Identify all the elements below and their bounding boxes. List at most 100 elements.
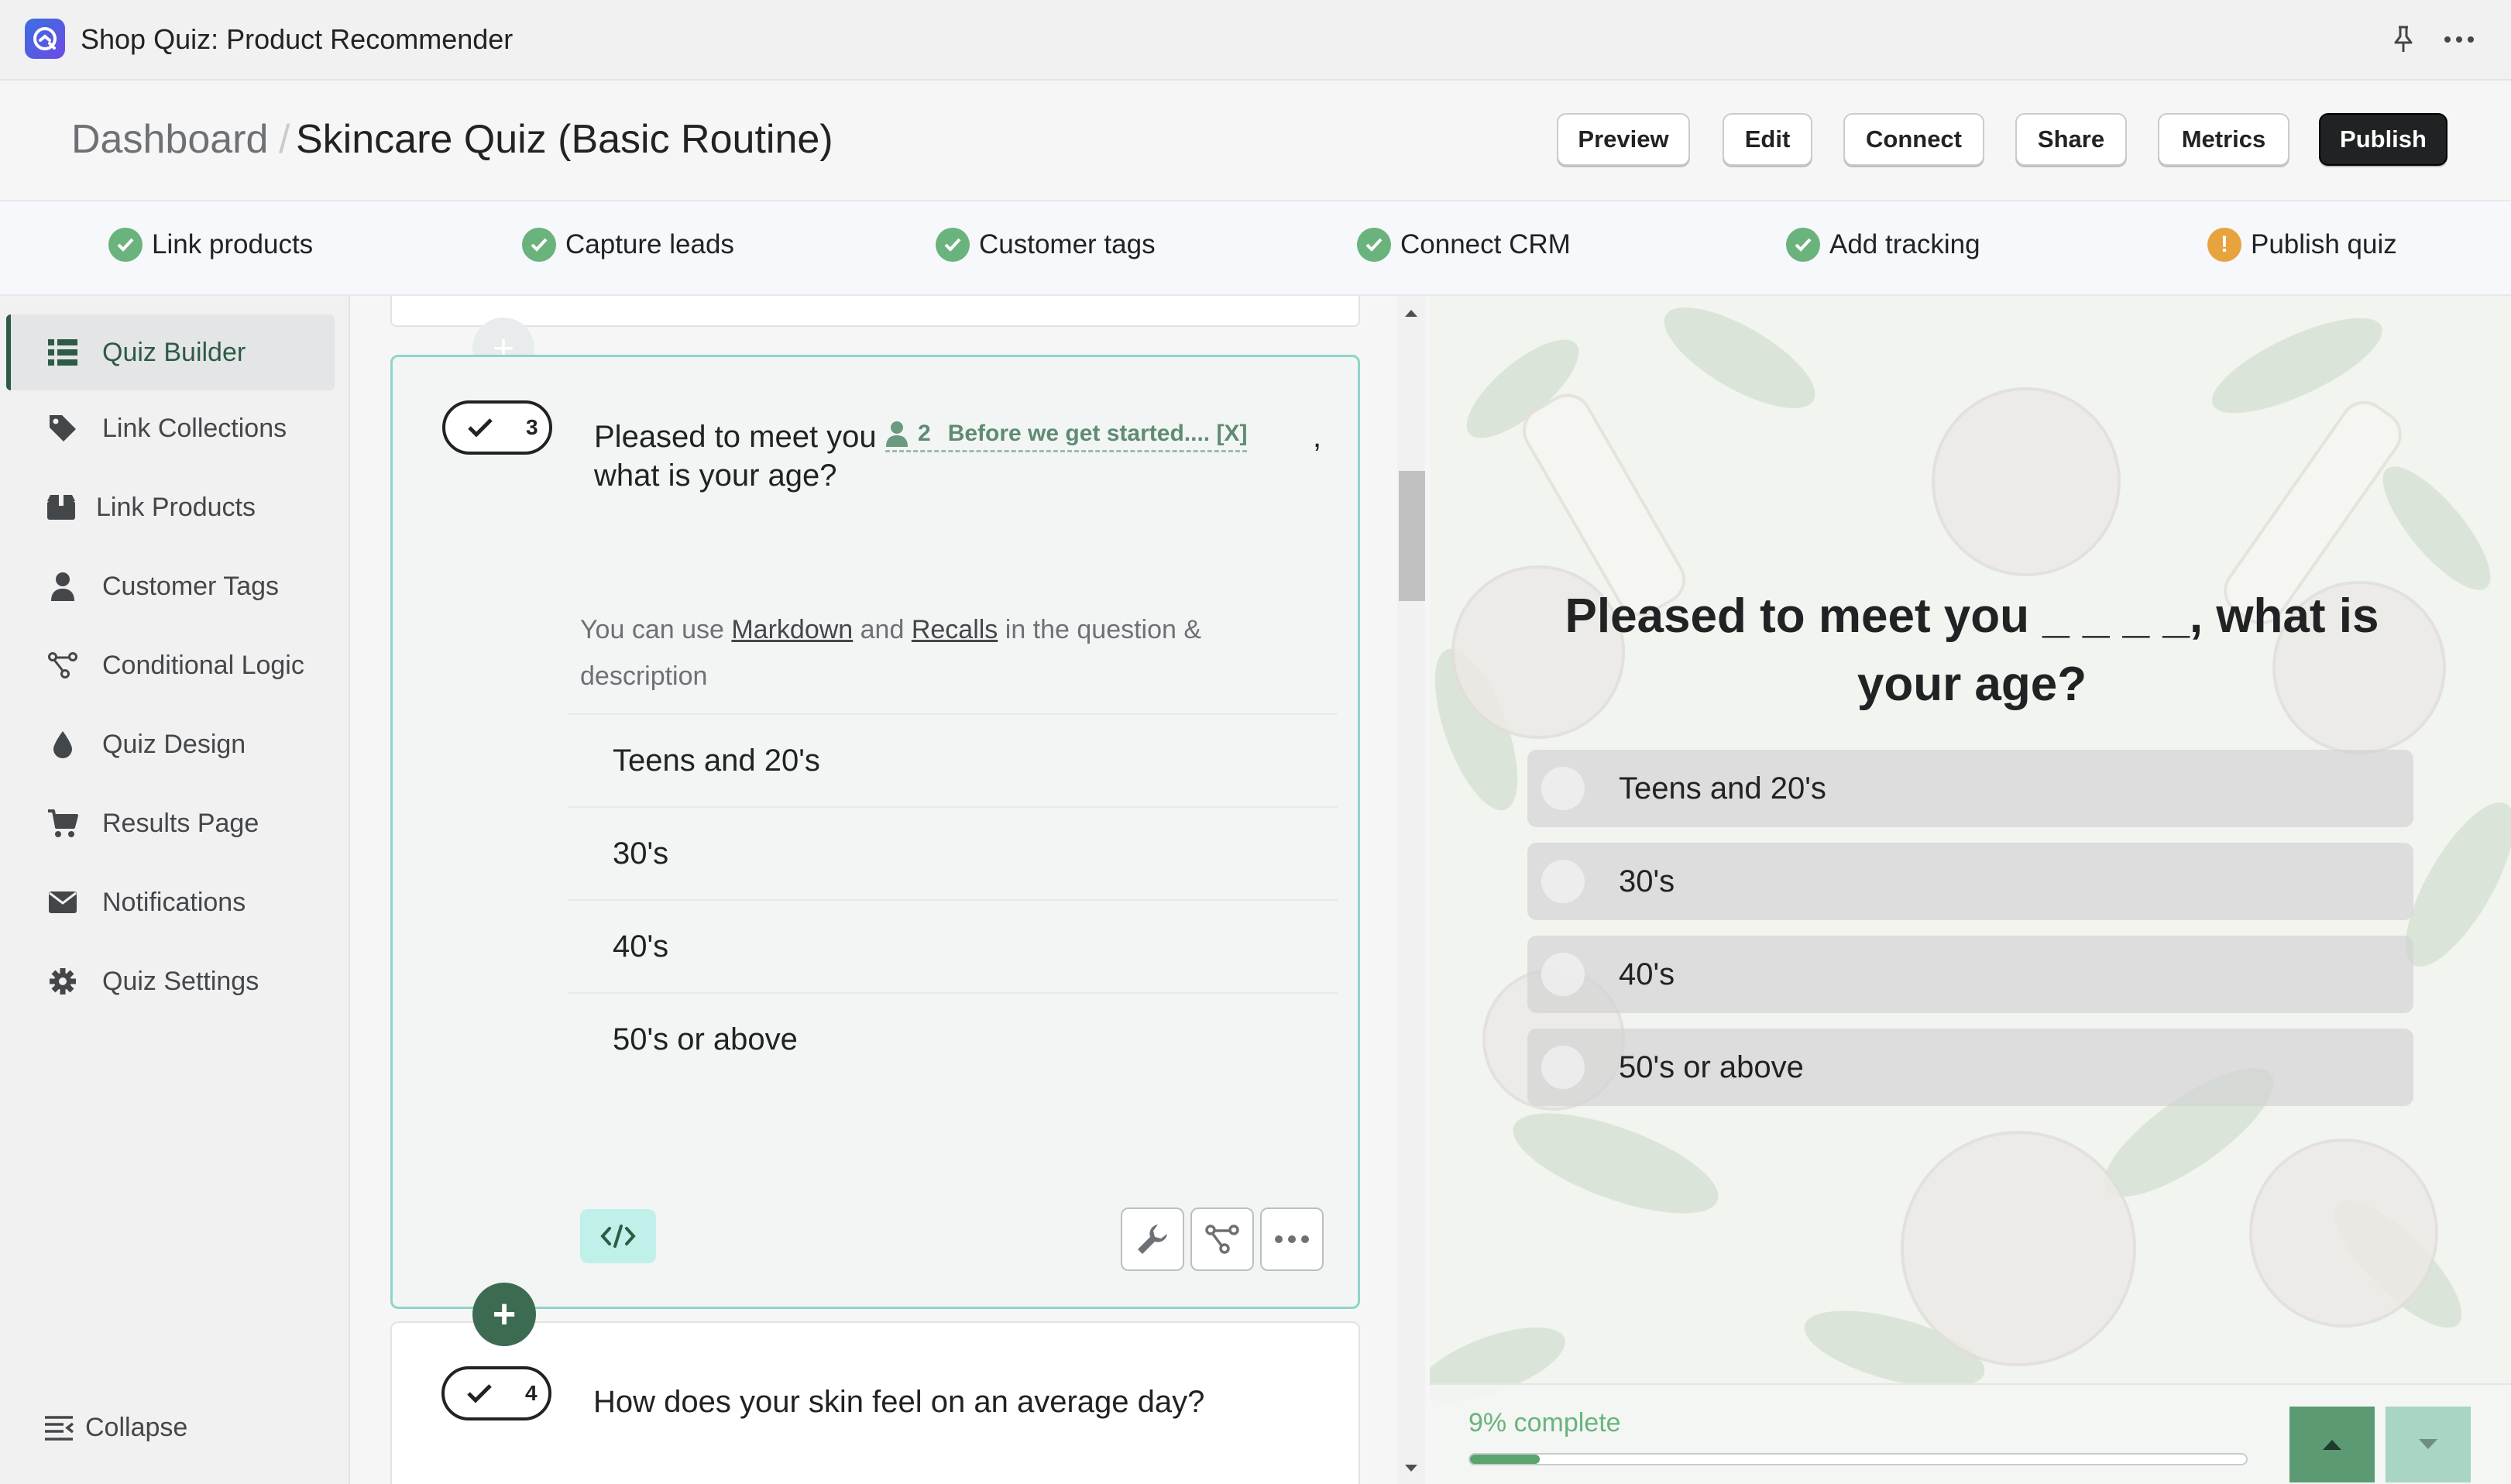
more-options-icon[interactable] (2440, 20, 2478, 59)
more-actions-button[interactable] (1260, 1207, 1324, 1271)
add-question-button[interactable]: + (472, 1283, 536, 1346)
step-add-tracking[interactable]: Add tracking (1786, 228, 1980, 262)
sidebar-item-label: Results Page (102, 808, 259, 838)
metrics-button[interactable]: Metrics (2158, 113, 2289, 166)
editor-scrollbar[interactable] (1397, 296, 1425, 1484)
step-customer-tags[interactable]: Customer tags (936, 228, 1156, 262)
code-button[interactable] (580, 1209, 656, 1263)
collapse-icon (43, 1415, 74, 1441)
preview-option-label: 50's or above (1619, 1049, 1804, 1084)
caret-down-icon (2419, 1439, 2437, 1449)
step-publish-quiz[interactable]: ! Publish quiz (2207, 228, 2397, 262)
sidebar-item-label: Quiz Design (102, 729, 246, 759)
previous-question-card (390, 296, 1360, 327)
settings-wrench-button[interactable] (1121, 1207, 1184, 1271)
preview-button[interactable]: Preview (1557, 113, 1690, 166)
question-text-start[interactable]: Pleased to meet you (594, 417, 877, 456)
check-circle-icon (1357, 228, 1391, 262)
question-text-end[interactable]: what is your age? (594, 456, 837, 495)
answer-option[interactable]: Teens and 20's (568, 713, 1338, 806)
check-circle-icon (1786, 228, 1820, 262)
quiz-preview: Pleased to meet you _ _ _ _, what is you… (1430, 296, 2511, 1484)
recall-chip[interactable]: 2 Before we get started.... [X] (885, 421, 1248, 452)
sidebar-item-label: Notifications (102, 887, 246, 917)
step-label: Connect CRM (1400, 229, 1571, 259)
box-icon (43, 490, 79, 525)
hint-text: You can use (580, 615, 732, 644)
preview-option-label: 30's (1619, 864, 1675, 898)
question-number-badge[interactable]: 3 (442, 400, 552, 455)
branch-icon (1205, 1225, 1239, 1254)
app-logo-icon (25, 19, 65, 59)
sidebar-item-label: Conditional Logic (102, 650, 304, 680)
connect-button[interactable]: Connect (1843, 113, 1984, 166)
sidebar-item-label: Link Collections (102, 413, 287, 443)
sidebar-item-customer-tags[interactable]: Customer Tags (6, 548, 335, 624)
previous-question-button[interactable] (2289, 1407, 2375, 1482)
check-circle-icon (108, 228, 143, 262)
answer-option[interactable]: 30's (568, 806, 1338, 899)
radio-circle-icon (1541, 1046, 1585, 1089)
sidebar-item-quiz-builder[interactable]: Quiz Builder (6, 314, 335, 390)
share-button[interactable]: Share (2015, 113, 2127, 166)
markdown-link[interactable]: Markdown (731, 615, 853, 644)
sidebar-item-quiz-design[interactable]: Quiz Design (6, 706, 335, 782)
check-icon (467, 1384, 492, 1403)
warning-circle-icon: ! (2207, 228, 2241, 262)
recall-index: 2 (918, 421, 931, 446)
check-icon (468, 418, 493, 438)
progress-text: 9% complete (1468, 1408, 1621, 1438)
answer-option[interactable]: 50's or above (568, 992, 1338, 1085)
step-label: Add tracking (1829, 229, 1980, 259)
answer-option[interactable]: 40's (568, 899, 1338, 992)
sidebar-item-label: Quiz Builder (102, 337, 246, 367)
progress-bar (1468, 1453, 2248, 1465)
collapse-label: Collapse (85, 1413, 188, 1442)
question-number-badge[interactable]: 4 (441, 1366, 551, 1420)
next-question-text[interactable]: How does your skin feel on an average da… (593, 1385, 1204, 1420)
list-icon (45, 335, 81, 370)
question-card[interactable]: 3 Pleased to meet you 2 Before we get st… (390, 355, 1360, 1309)
markdown-hint: You can use Markdown and Recalls in the … (580, 606, 1277, 699)
sidebar-item-link-products[interactable]: Link Products (6, 469, 335, 545)
step-link-products[interactable]: Link products (108, 228, 313, 262)
recalls-link[interactable]: Recalls (912, 615, 998, 644)
pin-icon[interactable] (2384, 20, 2423, 59)
step-capture-leads[interactable]: Capture leads (522, 228, 734, 262)
scroll-down-arrow-icon[interactable] (1397, 1458, 1425, 1479)
sidebar-item-conditional-logic[interactable]: Conditional Logic (6, 627, 335, 703)
sidebar-item-link-collections[interactable]: Link Collections (6, 390, 335, 466)
page-header: Dashboard / Skincare Quiz (Basic Routine… (0, 82, 2511, 200)
recall-label: Before we get started.... [X] (947, 421, 1248, 446)
breadcrumb-dashboard[interactable]: Dashboard (71, 116, 268, 163)
page-title: Skincare Quiz (Basic Routine) (296, 117, 833, 162)
preview-option[interactable]: 30's (1527, 843, 2413, 920)
step-label: Capture leads (565, 229, 734, 259)
preview-option[interactable]: 40's (1527, 936, 2413, 1013)
sidebar-item-quiz-settings[interactable]: Quiz Settings (6, 943, 335, 1019)
ellipsis-icon (1275, 1235, 1309, 1243)
branch-icon (45, 648, 81, 683)
sidebar-item-results-page[interactable]: Results Page (6, 785, 335, 861)
scroll-up-arrow-icon[interactable] (1397, 302, 1425, 324)
publish-button[interactable]: Publish (2319, 113, 2447, 166)
tag-icon (45, 411, 81, 446)
scrollbar-thumb[interactable] (1399, 471, 1425, 601)
step-label: Link products (152, 229, 314, 259)
envelope-icon (45, 885, 81, 920)
step-label: Customer tags (979, 229, 1156, 259)
question-number: 4 (525, 1381, 538, 1405)
question-text-comma: , (1313, 420, 1322, 454)
step-connect-crm[interactable]: Connect CRM (1357, 228, 1571, 262)
person-icon (45, 569, 81, 604)
collapse-button[interactable]: Collapse (43, 1413, 187, 1443)
next-question-card[interactable]: 4 How does your skin feel on an average … (390, 1321, 1360, 1484)
logic-branch-button[interactable] (1190, 1207, 1254, 1271)
preview-option[interactable]: 50's or above (1527, 1029, 2413, 1106)
progress-bar-fill (1470, 1455, 1541, 1464)
preview-footer: 9% complete (1430, 1383, 2511, 1484)
edit-button[interactable]: Edit (1723, 113, 1812, 166)
next-question-button[interactable] (2386, 1407, 2471, 1482)
preview-option[interactable]: Teens and 20's (1527, 750, 2413, 827)
sidebar-item-notifications[interactable]: Notifications (6, 864, 335, 940)
